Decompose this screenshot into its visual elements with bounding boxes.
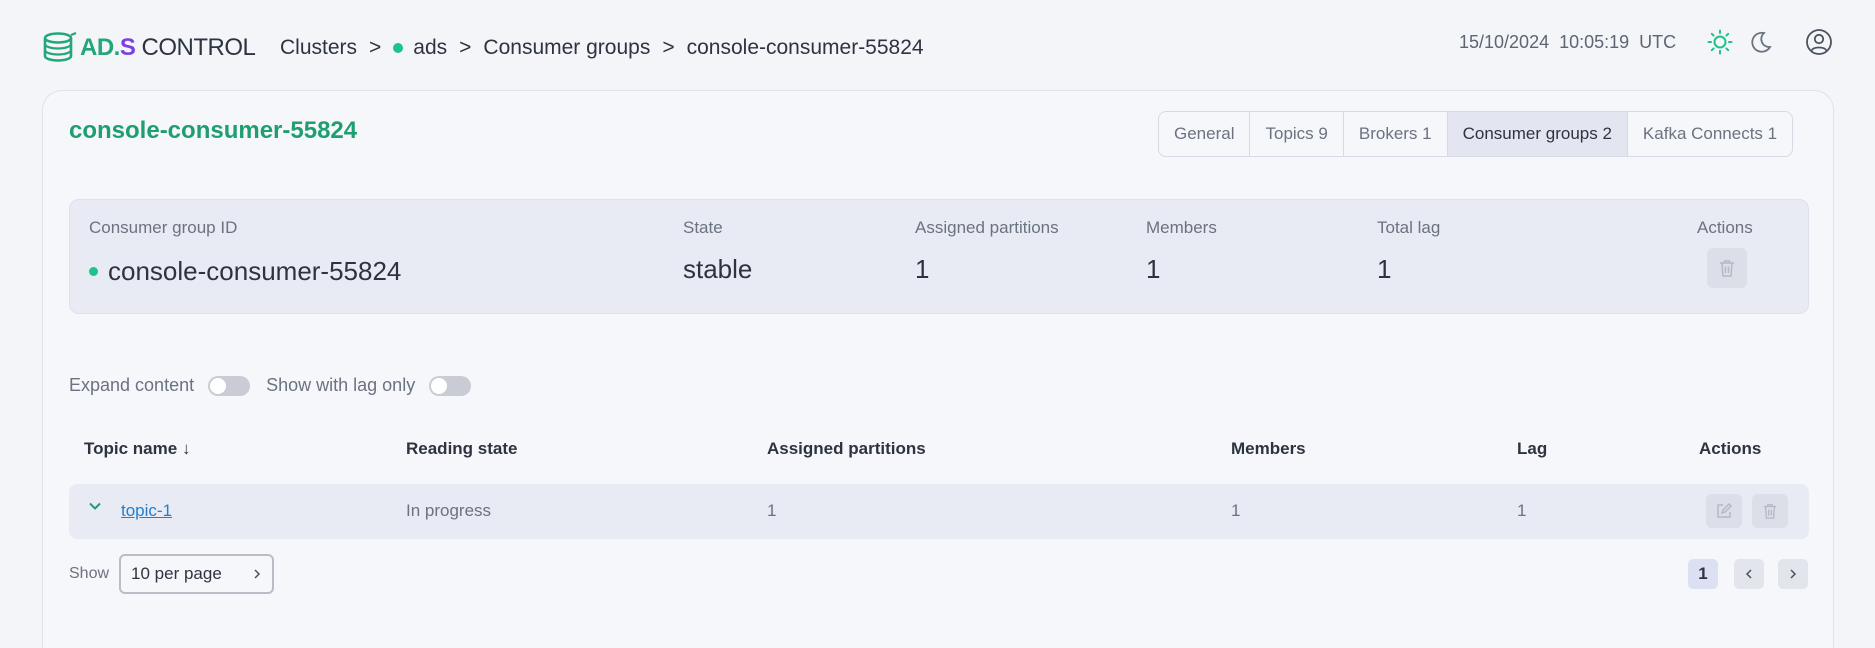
tab-kafka-connects[interactable]: Kafka Connects 1 bbox=[1628, 112, 1792, 156]
col-assigned-partitions: Assigned partitions bbox=[767, 439, 926, 458]
breadcrumb-separator: > bbox=[459, 36, 472, 59]
summary-state: State stable bbox=[683, 218, 752, 285]
tab-consumer-groups[interactable]: Consumer groups 2 bbox=[1447, 112, 1628, 156]
state-label: State bbox=[683, 218, 723, 237]
summary-actions: Actions bbox=[1697, 218, 1753, 288]
chevron-right-icon bbox=[1790, 569, 1797, 579]
moon-icon[interactable] bbox=[1747, 28, 1775, 56]
chevron-left-icon bbox=[1745, 569, 1752, 579]
app-header: AD.S CONTROL Clusters > ads > Consumer g… bbox=[0, 0, 1875, 90]
col-members: Members bbox=[1231, 439, 1306, 458]
page-number-current[interactable]: 1 bbox=[1688, 559, 1718, 589]
breadcrumb-clusters[interactable]: Clusters bbox=[280, 36, 357, 60]
breadcrumb-separator: > bbox=[662, 36, 675, 59]
members-cell: 1 bbox=[1231, 501, 1241, 520]
per-page-value: 10 per page bbox=[131, 564, 222, 583]
partitions-label: Assigned partitions bbox=[915, 218, 1059, 237]
breadcrumb-separator: > bbox=[369, 36, 382, 59]
partitions-cell: 1 bbox=[767, 501, 777, 520]
col-lag: Lag bbox=[1517, 439, 1548, 458]
group-id-label: Consumer group ID bbox=[89, 218, 238, 237]
table-header: Topic name ↓ Reading state Assigned part… bbox=[69, 429, 1809, 469]
group-id-value-wrap: console-consumer-55824 bbox=[89, 256, 401, 287]
col-actions: Actions bbox=[1699, 439, 1762, 458]
logo-icon bbox=[43, 31, 77, 62]
sun-icon[interactable] bbox=[1706, 28, 1734, 56]
state-value: stable bbox=[683, 254, 753, 284]
expand-content-label: Expand content bbox=[69, 375, 195, 395]
sort-down-icon: ↓ bbox=[181, 439, 191, 458]
breadcrumb-current: console-consumer-55824 bbox=[686, 36, 924, 59]
trash-icon bbox=[1763, 504, 1777, 519]
delete-topic-button[interactable] bbox=[1752, 494, 1788, 528]
summary-partitions: Assigned partitions 1 bbox=[915, 218, 1059, 285]
members-label: Members bbox=[1146, 218, 1217, 237]
consumer-group-summary: Consumer group ID console-consumer-55824… bbox=[69, 199, 1809, 314]
group-status-dot bbox=[89, 267, 98, 276]
chevron-down-icon[interactable] bbox=[87, 498, 103, 519]
chevron-right-icon bbox=[254, 569, 261, 579]
page-size: Show 10 per page bbox=[69, 554, 275, 594]
tab-bar: General Topics 9 Brokers 1 Consumer grou… bbox=[1158, 111, 1794, 157]
breadcrumb: Clusters > ads > Consumer groups > conso… bbox=[280, 36, 924, 60]
next-page-button[interactable] bbox=[1778, 559, 1808, 589]
filter-toggles: Expand content Show with lag only bbox=[69, 375, 487, 396]
members-value: 1 bbox=[1146, 254, 1161, 284]
breadcrumb-consumer-groups[interactable]: Consumer groups bbox=[483, 36, 650, 60]
per-page-select[interactable]: 10 per page bbox=[119, 554, 275, 594]
timezone-text: UTC bbox=[1639, 32, 1677, 52]
tab-brokers[interactable]: Brokers 1 bbox=[1344, 112, 1448, 156]
logo[interactable]: AD.S CONTROL bbox=[42, 28, 256, 68]
time-text: 10:05:19 bbox=[1559, 32, 1630, 52]
summary-total-lag: Total lag 1 bbox=[1377, 218, 1440, 285]
col-reading-state: Reading state bbox=[406, 439, 518, 458]
datetime: 15/10/2024 10:05:19 UTC bbox=[1459, 32, 1676, 53]
page-title: console-consumer-55824 bbox=[69, 117, 358, 144]
logo-text: AD.S CONTROL bbox=[80, 34, 256, 61]
edit-offset-button[interactable] bbox=[1706, 494, 1742, 528]
edit-icon bbox=[1717, 502, 1733, 518]
topic-link[interactable]: topic-1 bbox=[121, 501, 172, 521]
summary-group-id: Consumer group ID console-consumer-55824 bbox=[89, 218, 401, 287]
expand-content-toggle[interactable] bbox=[208, 375, 251, 396]
lag-only-label: Show with lag only bbox=[266, 375, 416, 395]
main-card: console-consumer-55824 General Topics 9 … bbox=[42, 90, 1834, 648]
group-id-value: console-consumer-55824 bbox=[108, 256, 402, 286]
col-topic-name[interactable]: Topic name ↓ bbox=[84, 439, 190, 459]
delete-group-button[interactable] bbox=[1707, 248, 1747, 288]
table-row: topic-1 In progress 1 1 1 bbox=[69, 484, 1809, 539]
cluster-status-dot bbox=[393, 43, 404, 53]
show-label: Show bbox=[69, 565, 110, 582]
date-text: 15/10/2024 bbox=[1459, 32, 1550, 52]
user-icon[interactable] bbox=[1805, 28, 1833, 56]
breadcrumb-cluster[interactable]: ads bbox=[413, 36, 447, 60]
total-lag-value: 1 bbox=[1377, 254, 1392, 284]
trash-icon bbox=[1720, 260, 1734, 277]
partitions-value: 1 bbox=[915, 254, 930, 284]
total-lag-label: Total lag bbox=[1377, 218, 1441, 237]
lag-cell: 1 bbox=[1517, 501, 1527, 520]
lag-only-toggle[interactable] bbox=[429, 375, 472, 396]
actions-label: Actions bbox=[1697, 218, 1753, 237]
tab-topics[interactable]: Topics 9 bbox=[1250, 112, 1344, 156]
prev-page-button[interactable] bbox=[1734, 559, 1764, 589]
reading-state-cell: In progress bbox=[406, 501, 492, 520]
tab-general[interactable]: General bbox=[1159, 112, 1251, 156]
summary-members: Members 1 bbox=[1146, 218, 1217, 285]
